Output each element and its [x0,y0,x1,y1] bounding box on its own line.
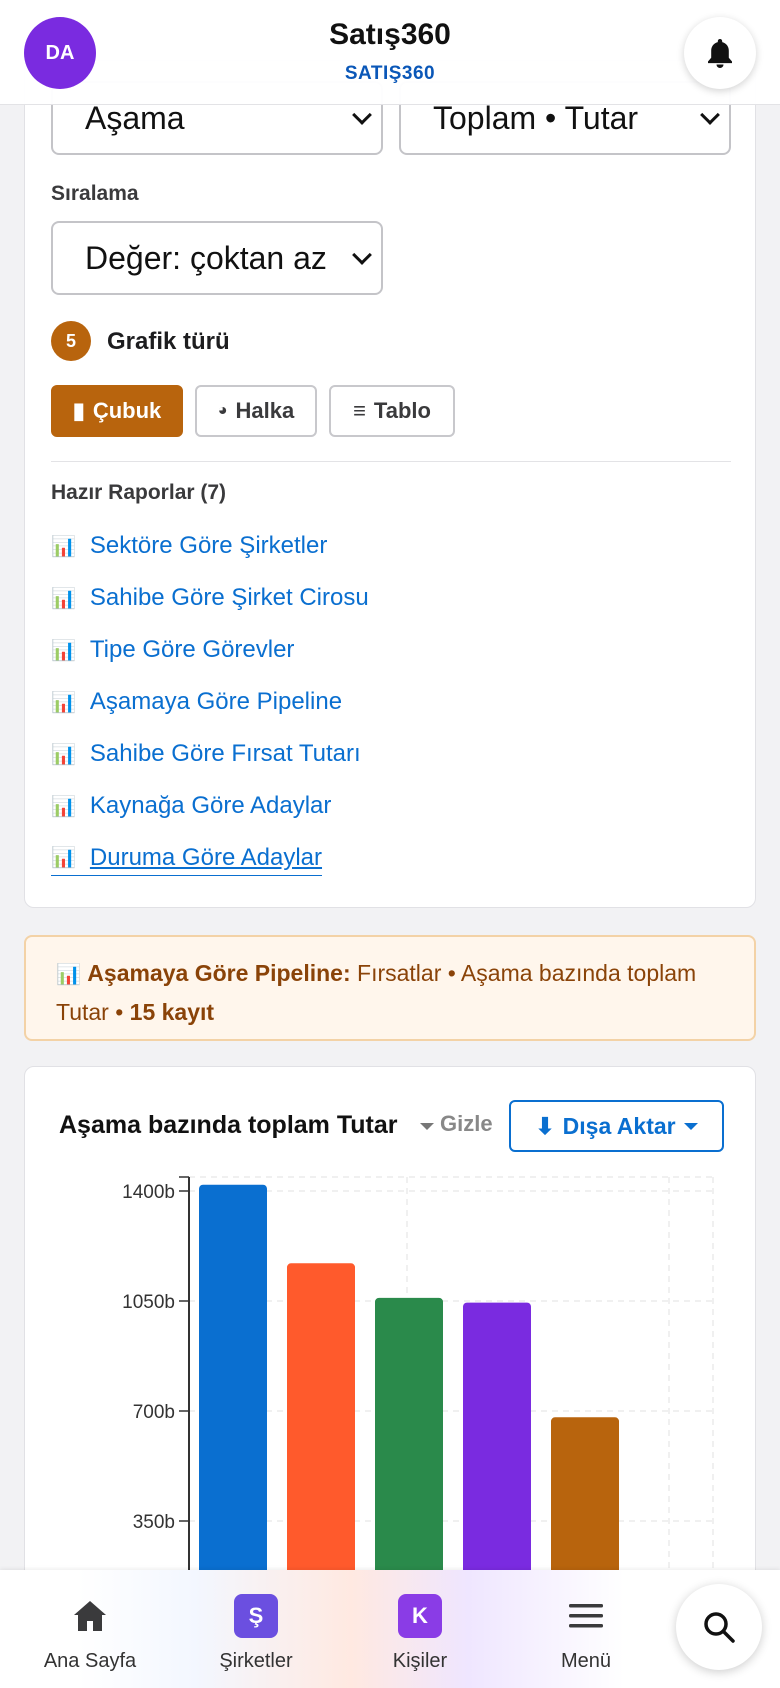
report-summary-banner: 📊 Aşamaya Göre Pipeline: Fırsatlar • Aşa… [24,935,756,1041]
report-link-owner-opportunity-amount[interactable]: 📊 Sahibe Göre Fırsat Tutarı [51,736,361,772]
report-link-label: Tipe Göre Görevler [89,636,295,663]
chart-type-table-button[interactable]: ≡ Tablo [329,385,455,437]
report-link-type-tasks[interactable]: 📊 Tipe Göre Görevler [51,632,294,668]
report-builder-card: Aşama Toplam • Tutar Sıralama Değer: çok… [24,60,756,908]
summary-record-count: 15 kayıt [129,999,215,1025]
measure-select-value: Toplam • Tutar [433,99,639,136]
y-tick-label: 1050b [122,1292,175,1313]
report-link-label: Sektöre Göre Şirketler [89,532,328,559]
bar-chart-icon: 📊 [51,847,76,869]
chevron-down-icon [352,245,372,265]
app-title: Satış360 [329,18,451,51]
report-link-label: Kaynağa Göre Adaylar [89,792,332,819]
nav-contacts[interactable]: K Kişiler [340,1570,500,1688]
bar[interactable] [199,1184,267,1627]
report-link-label: Sahibe Göre Şirket Cirosu [89,584,369,611]
y-tick-label: 1400b [122,1182,175,1203]
y-tick-label: 350b [133,1512,175,1533]
nav-companies[interactable]: Ş Şirketler [176,1570,336,1688]
chart-type-label: Tablo [373,398,431,423]
summary-report-name: Aşamaya Göre Pipeline: [87,960,351,986]
app-subtitle: SATIŞ360 [344,63,436,84]
search-icon [704,1612,735,1643]
bar-chart-icon: 📊 [56,964,81,986]
home-icon [74,1601,106,1631]
chevron-down-icon [700,105,720,125]
y-tick-label: 700b [133,1402,175,1423]
bell-icon [708,39,732,68]
report-link-label: Sahibe Göre Fırsat Tutarı [89,740,361,767]
chart-type-label: Halka [235,398,295,423]
app-header: DA Satış360 SATIŞ360 [0,0,780,105]
menu-icon [569,1604,603,1628]
search-button[interactable] [676,1584,762,1670]
bar-chart: 350b 700b 1050b 1400b [122,1176,715,1627]
nav-label: Ana Sayfa [43,1650,137,1672]
report-link-sector-companies[interactable]: 📊 Sektöre Göre Şirketler [51,528,327,564]
group-by-select-value: Aşama [85,99,185,136]
bar-chart-icon: 📊 [51,587,76,610]
bar-chart-icon: ▮ [72,398,85,423]
report-link-status-leads[interactable]: 📊 Duruma Göre Adaylar [51,840,323,876]
step-number-badge: 5 [51,321,91,361]
sort-label: Sıralama [51,182,139,205]
report-link-source-leads[interactable]: 📊 Kaynağa Göre Adaylar [51,788,331,824]
bar-chart-icon: 📊 [51,795,76,818]
report-link-owner-company-revenue[interactable]: 📊 Sahibe Göre Şirket Cirosu [51,580,369,616]
step-title: Grafik türü [107,328,230,355]
chart-card: Aşama bazında toplam Tutar Gizle ⬇ Dışa … [24,1066,756,1627]
nav-home[interactable]: Ana Sayfa [10,1570,170,1688]
chevron-down-icon [352,105,372,125]
sort-select[interactable]: Değer: çoktan az [51,221,383,295]
chart-type-donut-button[interactable]: ◕ Halka [195,385,317,437]
chart-type-label: Çubuk [92,398,162,423]
ready-reports-heading: Hazır Raporlar (7) [51,481,227,504]
table-icon: ≡ [353,398,366,423]
bar-chart-icon: 📊 [51,743,76,766]
notifications-button[interactable] [684,17,756,89]
bar-chart-icon: 📊 [51,691,76,714]
report-link-label: Aşamaya Göre Pipeline [89,688,343,715]
sort-select-value: Değer: çoktan az [85,239,327,276]
contacts-icon: K [398,1594,442,1638]
nav-label: Kişiler [392,1650,448,1672]
bar-chart-icon: 📊 [51,639,76,662]
nav-label: Şirketler [219,1650,293,1672]
bottom-navigation: Ana Sayfa Ş Şirketler K Kişiler Menü [0,1570,780,1688]
nav-label: Menü [560,1650,612,1672]
donut-chart-icon: ◕ [217,402,228,419]
divider [51,461,731,462]
chart-type-bar-button[interactable]: ▮ Çubuk [51,385,183,437]
report-link-label: Duruma Göre Adaylar [89,843,323,871]
nav-menu[interactable]: Menü [506,1570,666,1688]
companies-icon: Ş [234,1594,278,1638]
report-link-stage-pipeline[interactable]: 📊 Aşamaya Göre Pipeline [51,684,342,720]
bar-chart-icon: 📊 [51,535,76,558]
